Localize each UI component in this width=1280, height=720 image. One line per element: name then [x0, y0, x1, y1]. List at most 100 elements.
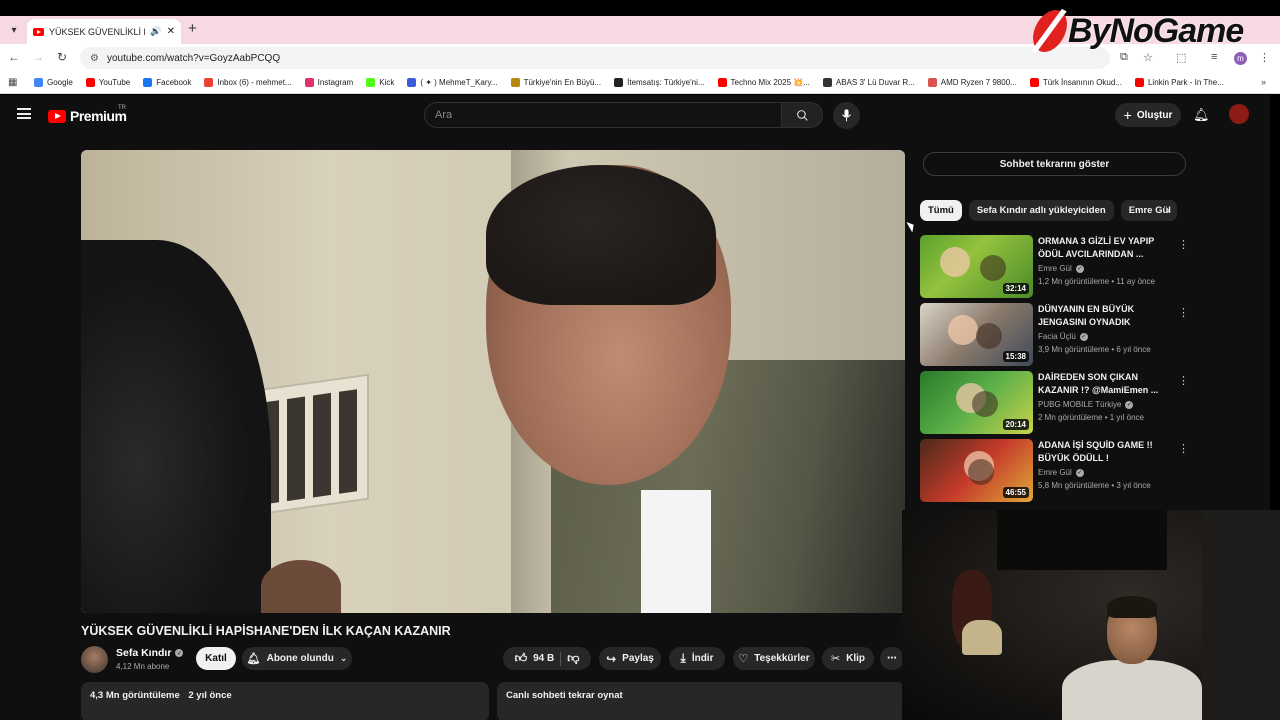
recommendation-channel[interactable]: Emre Gül ✓: [1038, 468, 1084, 477]
chevron-right-icon[interactable]: ›: [1166, 203, 1170, 217]
bookmark-item[interactable]: Google: [34, 78, 73, 87]
recommendation-channel[interactable]: PUBG MOBILE Türkiye ✓: [1038, 400, 1134, 409]
recommendation-title[interactable]: ORMANA 3 GİZLİ EV YAPIP ÖDÜL AVCILARINDA…: [1038, 235, 1168, 261]
subscribed-button[interactable]: 🔔︎ Abone olundu ⌄: [242, 647, 352, 670]
reload-icon[interactable]: ↻: [54, 50, 70, 64]
show-chat-replay-button[interactable]: Sohbet tekrarını göster: [923, 152, 1186, 176]
view-count: 4,3 Mn görüntüleme: [90, 690, 180, 701]
filter-chip[interactable]: Tümü: [920, 200, 962, 221]
kebab-menu-icon[interactable]: ⋮: [1178, 442, 1189, 455]
bookmark-item[interactable]: Techno Mix 2025 💥...: [717, 78, 810, 87]
notifications-bell-icon[interactable]: 🔔︎: [1193, 107, 1210, 123]
back-arrow-icon[interactable]: ←: [6, 50, 22, 64]
bookmark-label: Techno Mix 2025 💥...: [730, 78, 810, 87]
share-button[interactable]: ↪ Paylaş: [599, 647, 661, 670]
bookmark-favicon-icon: [717, 78, 727, 87]
download-label: İndir: [691, 653, 714, 664]
recommendation-title[interactable]: DÜNYANIN EN BÜYÜK JENGASINI OYNADIK: [1038, 303, 1168, 329]
youtube-premium-logo[interactable]: Premium: [48, 108, 127, 124]
bookmark-label: Google: [47, 78, 73, 87]
webcam-wall: [1202, 510, 1280, 720]
recommendation-channel-name: Emre Gül: [1038, 468, 1072, 477]
bookmark-item[interactable]: İtemsatış: Türkiye'ni...: [614, 78, 705, 87]
apps-grid-icon[interactable]: ▦: [8, 77, 22, 88]
new-tab-plus-icon[interactable]: +: [188, 20, 197, 37]
recommendation-thumbnail[interactable]: 32:14: [920, 235, 1033, 298]
recommendation-item[interactable]: 15:38 DÜNYANIN EN BÜYÜK JENGASINI OYNADIK…: [920, 303, 1190, 367]
video-duration: 46:55: [1002, 487, 1029, 498]
kebab-menu-icon[interactable]: ⋮: [1178, 374, 1189, 387]
bookmark-label: YouTube: [98, 78, 131, 87]
recommendation-item[interactable]: 46:55 ADANA İŞİ SQUİD GAME !! BÜYÜK ÖDÜLL…: [920, 439, 1190, 503]
voice-search-button[interactable]: [833, 102, 860, 129]
like-button[interactable]: 👍︎ 94 B: [515, 651, 555, 666]
recommendation-item[interactable]: 32:14 ORMANA 3 GİZLİ EV YAPIP ÖDÜL AVCILA…: [920, 235, 1190, 299]
verified-check-icon: ✓: [175, 649, 184, 657]
like-dislike-group: 👍︎ 94 B 👎︎: [503, 647, 591, 670]
account-avatar[interactable]: [1229, 104, 1249, 124]
bookmarks-bar: ▦ Google YouTube Facebook Inbox (6) - mehme…: [0, 72, 1280, 94]
clip-button[interactable]: ✂ Klip: [822, 647, 874, 670]
recommendation-item[interactable]: 20:14 DAİREDEN SON ÇIKAN KAZANIR !? @Mami…: [920, 371, 1190, 435]
forward-arrow-icon[interactable]: →: [30, 50, 46, 64]
bookmark-item[interactable]: Türkiye'nin En Büyü...: [510, 78, 601, 87]
bookmark-item[interactable]: Inbox (6) - mehmet...: [204, 78, 292, 87]
bookmark-item[interactable]: ABAS 3' Lü Duvar R...: [822, 78, 915, 87]
bookmarks-overflow-icon[interactable]: »: [1261, 77, 1266, 87]
more-actions-button[interactable]: ⋯: [880, 647, 904, 670]
video-player[interactable]: [81, 150, 905, 613]
verified-check-icon: ✓: [1075, 468, 1084, 477]
bookmark-label: Instagram: [317, 78, 354, 87]
like-count: 94 B: [533, 653, 555, 664]
search-button[interactable]: [781, 102, 823, 128]
vent-bar: [313, 392, 331, 498]
kebab-menu-icon[interactable]: ⋮: [1178, 238, 1189, 251]
active-tab[interactable]: YÜKSEK GÜVENLİKLİ HAPİS 🔊 ✕: [27, 19, 181, 44]
site-info-icon[interactable]: ⚙: [90, 53, 99, 64]
thanks-button[interactable]: ♡ Teşekkürler: [733, 647, 815, 670]
bookmark-item[interactable]: Facebook: [143, 78, 191, 87]
verified-check-icon: ✓: [1125, 400, 1134, 409]
speaker-icon[interactable]: 🔊: [150, 26, 161, 37]
video-frame-hair: [486, 165, 716, 305]
bookmark-item[interactable]: Linkin Park - In The...: [1134, 78, 1224, 87]
bookmark-item[interactable]: YouTube: [85, 78, 131, 87]
tab-search-chevron-icon[interactable]: ▾: [6, 22, 22, 38]
bookmark-favicon-icon: [204, 78, 214, 87]
live-chat-replay-box[interactable]: Canlı sohbeti tekrar oynat: [497, 682, 905, 720]
kebab-menu-icon[interactable]: ⋮: [1178, 306, 1189, 319]
bookmark-label: AMD Ryzen 7 9800...: [940, 78, 1017, 87]
search-input[interactable]: Ara: [424, 102, 782, 128]
recommendation-channel[interactable]: Facia Üçlü ✓: [1038, 332, 1088, 341]
bookmark-favicon-icon: [510, 78, 520, 87]
bookmark-item[interactable]: Türk İnsanının Okud...: [1029, 78, 1122, 87]
webcam-lamp: [962, 620, 1002, 655]
description-box[interactable]: 4,3 Mn görüntüleme 2 yıl önce: [81, 682, 489, 720]
recommendation-channel-name: Facia Üçlü: [1038, 332, 1076, 341]
hamburger-menu-icon[interactable]: [17, 108, 31, 119]
bookmark-item[interactable]: AMD Ryzen 7 9800...: [927, 78, 1017, 87]
recommendation-thumbnail[interactable]: 15:38: [920, 303, 1033, 366]
create-button[interactable]: + Oluştur: [1115, 103, 1181, 127]
bookmark-item[interactable]: Instagram: [304, 78, 354, 87]
more-horizontal-icon: ⋯: [887, 653, 897, 664]
bookmark-item[interactable]: ( ✦ ) MehmeT_Kary...: [407, 78, 498, 87]
bookmark-label: Inbox (6) - mehmet...: [217, 78, 292, 87]
join-button[interactable]: Katıl: [196, 647, 236, 670]
bookmark-item[interactable]: Kick: [366, 78, 394, 87]
recommendation-channel[interactable]: Emre Gül ✓: [1038, 264, 1084, 273]
kebab-menu-icon[interactable]: ⋮: [1259, 51, 1270, 64]
thumbs-down-icon[interactable]: 👎︎: [567, 651, 579, 666]
download-button[interactable]: ⤓ İndir: [669, 647, 725, 670]
thumbs-up-icon: 👍︎: [514, 651, 528, 665]
omnibox[interactable]: ⚙ youtube.com/watch?v=GoyzAabPCQQ: [80, 47, 1110, 69]
channel-avatar[interactable]: [81, 646, 108, 673]
recommendation-title[interactable]: DAİREDEN SON ÇIKAN KAZANIR !? @MamiEmen …: [1038, 371, 1168, 397]
recommendation-thumbnail[interactable]: 20:14: [920, 371, 1033, 434]
channel-name-link[interactable]: Sefa Kındır ✓: [116, 647, 184, 659]
recommendation-channel-name: Emre Gül: [1038, 264, 1072, 273]
recommendation-title[interactable]: ADANA İŞİ SQUİD GAME !! BÜYÜK ÖDÜLL !: [1038, 439, 1168, 465]
filter-chip[interactable]: Sefa Kındır adlı yükleyiciden: [968, 200, 1114, 221]
close-tab-icon[interactable]: ✕: [167, 26, 175, 37]
recommendation-thumbnail[interactable]: 46:55: [920, 439, 1033, 502]
